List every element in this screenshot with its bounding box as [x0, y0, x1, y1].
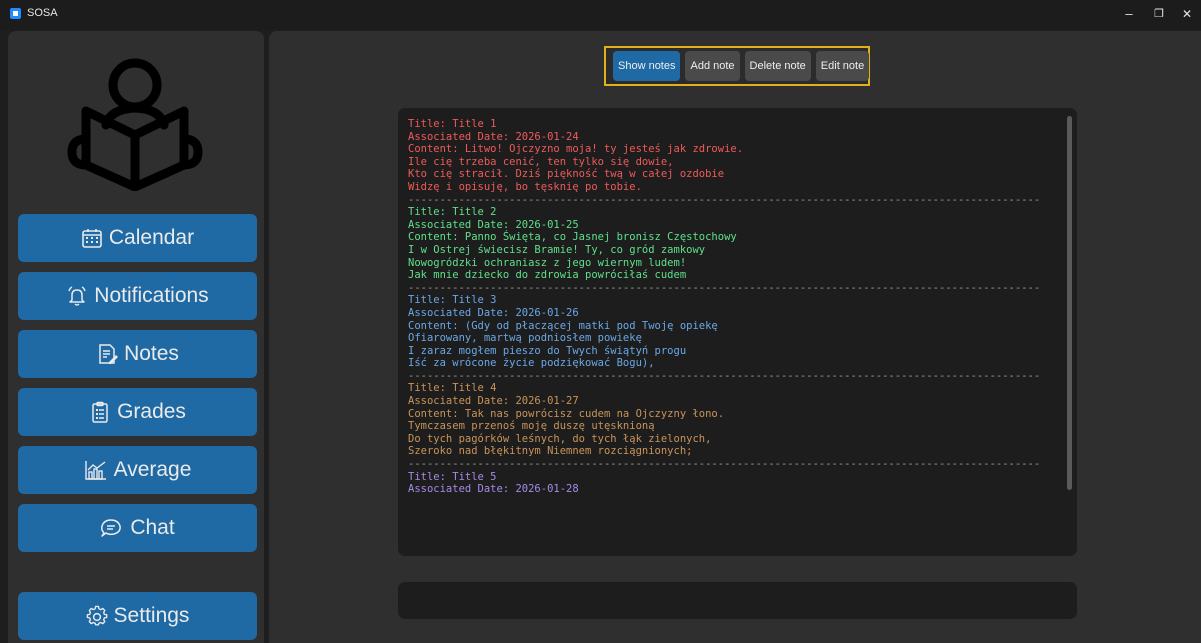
- restore-button[interactable]: ❐: [1148, 4, 1170, 24]
- notes-list: Title: Title 1 Associated Date: 2026-01-2…: [408, 118, 1053, 496]
- sidebar: Calendar Notifications Notes Grades Aver…: [8, 31, 264, 643]
- note-content-line: Ofiarowany, martwą podniosłem powiekę: [408, 332, 642, 345]
- minimize-button[interactable]: –: [1118, 4, 1140, 24]
- sidebar-item-notes[interactable]: Notes: [18, 330, 257, 378]
- note-content-line: I zaraz mogłem pieszo do Twych świątyń p…: [408, 344, 687, 357]
- sidebar-item-label: Chat: [130, 516, 175, 539]
- sidebar-item-grades[interactable]: Grades: [18, 388, 257, 436]
- main-panel: Show notes Add note Delete note Edit not…: [269, 31, 1201, 643]
- sidebar-item-label: Calendar: [108, 226, 195, 249]
- reading-person-logo-icon: [67, 58, 203, 191]
- note-content-line: Szeroko nad błękitnym Niemnem rozciągnio…: [408, 445, 693, 458]
- note-separator: ----------------------------------------…: [408, 369, 1041, 382]
- note-title: Title: Title 2: [408, 206, 497, 219]
- note-content-line: Content: Litwo! Ojczyzno moja! ty jesteś…: [408, 143, 744, 156]
- chat-icon: [101, 519, 122, 537]
- note-content-line: Nowogródzki ochraniasz z jego wiernym lu…: [408, 256, 687, 269]
- note-content-line: Content: Tak nas powrócisz cudem na Ojcz…: [408, 407, 725, 420]
- note-date: Associated Date: 2026-01-25: [408, 218, 579, 231]
- close-button[interactable]: ✕: [1176, 4, 1198, 24]
- note-content-line: Widzę i opisuję, bo tęsknię po tobie.: [408, 180, 642, 193]
- title-bar: SOSA – ❐ ✕: [0, 0, 1201, 30]
- notes-scrollbar[interactable]: [1067, 116, 1072, 490]
- sidebar-item-label: Settings: [113, 604, 190, 627]
- note-content-line: Content: (Gdy od płaczącej matki pod Two…: [408, 319, 718, 332]
- sidebar-item-label: Average: [113, 458, 192, 481]
- note-entry: Title: Title 1 Associated Date: 2026-01-2…: [408, 118, 1053, 194]
- note-entry: Title: Title 2 Associated Date: 2026-01-2…: [408, 206, 1053, 282]
- note-date: Associated Date: 2026-01-28: [408, 483, 579, 496]
- note-title: Title: Title 1: [408, 118, 497, 130]
- note-content-line: Do tych pagórków leśnych, do tych łąk zi…: [408, 432, 712, 445]
- note-title: Title: Title 3: [408, 294, 497, 307]
- note-content-line: I w Ostrej świecisz Bramie! Ty, co gród …: [408, 243, 706, 256]
- sidebar-item-settings[interactable]: Settings: [18, 592, 257, 640]
- show-notes-button[interactable]: Show notes: [613, 51, 681, 81]
- notes-toolbar: Show notes Add note Delete note Edit not…: [604, 46, 870, 86]
- add-note-button[interactable]: Add note: [685, 51, 740, 81]
- sidebar-item-calendar[interactable]: Calendar: [18, 214, 257, 262]
- notes-icon: [99, 344, 119, 364]
- note-content-line: Content: Panno Święta, co Jasnej bronisz…: [408, 231, 737, 244]
- app-icon: [10, 8, 21, 19]
- note-entry: Title: Title 4 Associated Date: 2026-01-2…: [408, 382, 1053, 458]
- chart-icon: [84, 461, 106, 480]
- sidebar-item-label: Notifications: [94, 284, 209, 307]
- sidebar-item-label: Grades: [117, 400, 186, 423]
- edit-note-button[interactable]: Edit note: [815, 51, 870, 81]
- note-title: Title: Title 5: [408, 470, 497, 483]
- window-title: SOSA: [27, 7, 58, 19]
- note-date: Associated Date: 2026-01-27: [408, 395, 579, 408]
- sidebar-item-chat[interactable]: Chat: [18, 504, 257, 552]
- grades-icon: [92, 401, 108, 423]
- note-content-line: Jak mnie dziecko do zdrowia powróciłaś c…: [408, 269, 687, 282]
- note-title: Title: Title 4: [408, 382, 497, 395]
- note-entry: Title: Title 3 Associated Date: 2026-01-2…: [408, 294, 1053, 370]
- notes-textbox[interactable]: Title: Title 1 Associated Date: 2026-01-2…: [398, 108, 1077, 556]
- note-date: Associated Date: 2026-01-24: [408, 130, 579, 143]
- note-content-line: Iść za wrócone życie podziękować Bogu),: [408, 357, 655, 370]
- gear-icon: [86, 605, 107, 626]
- note-input[interactable]: [398, 582, 1077, 619]
- note-date: Associated Date: 2026-01-26: [408, 306, 579, 319]
- sidebar-item-notifications[interactable]: Notifications: [18, 272, 257, 320]
- delete-note-button[interactable]: Delete note: [744, 51, 811, 81]
- note-separator: ----------------------------------------…: [408, 458, 1041, 471]
- note-separator: ----------------------------------------…: [408, 193, 1041, 206]
- note-entry: Title: Title 5 Associated Date: 2026-01-2…: [408, 471, 1053, 496]
- sidebar-item-label: Notes: [124, 342, 179, 365]
- note-content-line: Tymczasem przenoś moję duszę utęsknioną: [408, 420, 655, 433]
- note-content-line: Ile cię trzeba cenić, ten tylko się dowi…: [408, 155, 674, 168]
- note-content-line: Kto cię stracił. Dziś piękność twą w cał…: [408, 168, 725, 181]
- sidebar-item-average[interactable]: Average: [18, 446, 257, 494]
- note-separator: ----------------------------------------…: [408, 281, 1041, 294]
- calendar-icon: [82, 229, 102, 248]
- bell-icon: [68, 286, 87, 306]
